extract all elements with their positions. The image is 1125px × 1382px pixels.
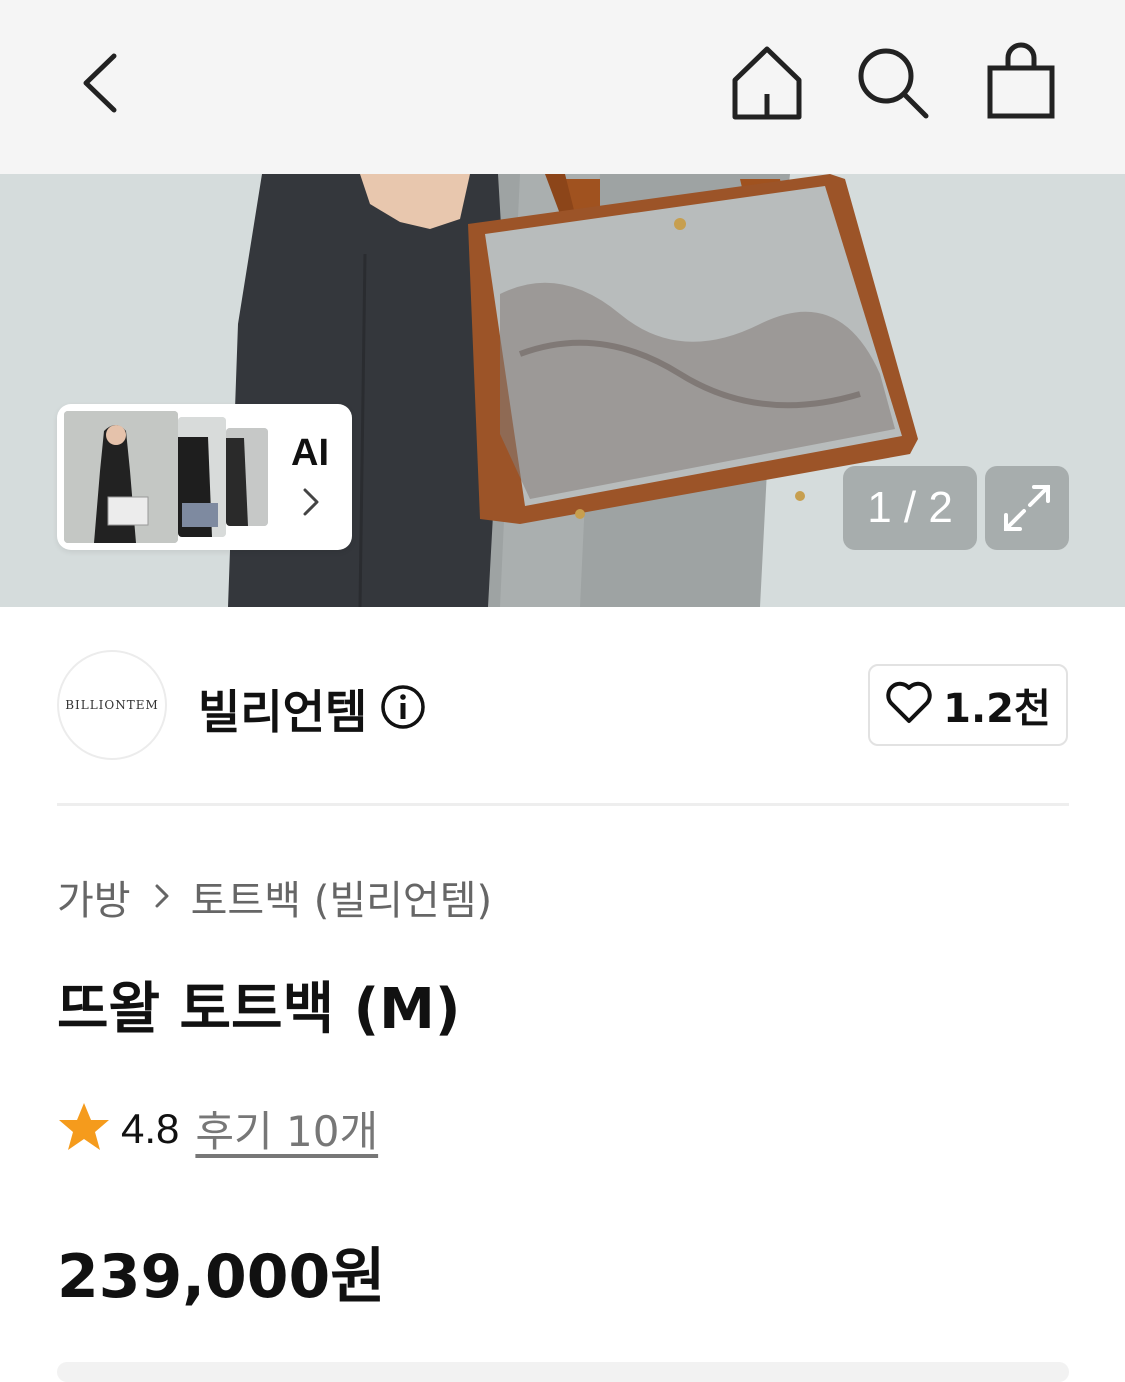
- home-icon[interactable]: [728, 44, 806, 122]
- ai-label: AI: [291, 432, 329, 474]
- back-arrow-icon[interactable]: [72, 48, 132, 118]
- chevron-right-icon: [301, 486, 321, 522]
- shopping-bag-icon[interactable]: [984, 42, 1058, 122]
- like-count: 1.2천: [943, 686, 1051, 732]
- expand-icon[interactable]: [985, 466, 1069, 550]
- chevron-right-icon: [153, 874, 171, 920]
- rating-score: 4.8: [121, 1104, 180, 1152]
- product-image-gallery[interactable]: AI 1 / 2: [0, 174, 1125, 607]
- breadcrumb-item-bags[interactable]: 가방: [57, 868, 131, 926]
- review-count-link[interactable]: 후기 10개: [195, 1098, 378, 1159]
- brand-logo[interactable]: BILLIONTEM: [57, 650, 167, 760]
- star-icon: [57, 1101, 111, 1157]
- search-icon[interactable]: [856, 46, 932, 122]
- product-rating: 4.8 후기 10개: [57, 1098, 378, 1159]
- top-nav-bar: [0, 0, 1125, 174]
- image-counter: 1 / 2: [843, 466, 977, 550]
- divider: [57, 803, 1069, 806]
- breadcrumb-item-tote-bag[interactable]: 토트백 (빌리언템): [191, 868, 493, 926]
- product-price: 239,000원: [57, 1242, 386, 1312]
- brand-like-button[interactable]: 1.2천: [868, 664, 1068, 746]
- heart-icon: [885, 681, 933, 729]
- info-icon[interactable]: [380, 684, 426, 734]
- brand-name[interactable]: 빌리언템: [198, 676, 367, 742]
- next-section-edge: [57, 1362, 1069, 1382]
- ai-thumbnail-3: [226, 428, 268, 526]
- ai-thumbnail-1: [64, 411, 178, 543]
- product-title: 뜨왈 토트백 (M): [57, 977, 461, 1042]
- ai-styling-card[interactable]: AI: [57, 404, 352, 550]
- breadcrumb: 가방 토트백 (빌리언템): [57, 868, 492, 926]
- ai-thumbnail-2: [178, 417, 226, 537]
